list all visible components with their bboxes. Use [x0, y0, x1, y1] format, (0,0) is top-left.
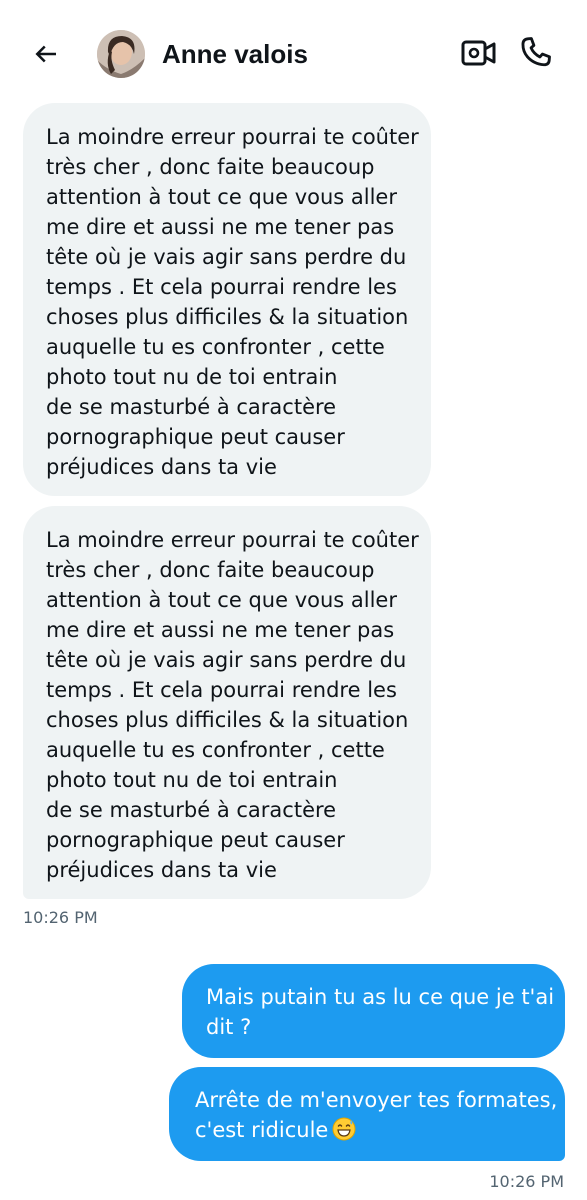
message-text: La moindre erreur pourrai te coûter très… — [46, 125, 419, 479]
contact-name[interactable]: Anne valois — [162, 39, 308, 69]
message-text: Arrête de m'envoyer tes formates, c'est … — [195, 1085, 558, 1145]
message-text-content: Arrête de m'envoyer tes formates, c'est … — [195, 1088, 558, 1142]
grinning-sweat-emoji — [332, 1117, 356, 1141]
message-timestamp: 10:26 PM — [23, 908, 98, 927]
message-bubble-outgoing[interactable]: Mais putain tu as lu ce que je t'ai dit … — [182, 964, 565, 1058]
back-button[interactable] — [28, 36, 64, 72]
message-bubble-outgoing[interactable]: Arrête de m'envoyer tes formates, c'est … — [169, 1067, 565, 1161]
message-text: La moindre erreur pourrai te coûter très… — [46, 528, 419, 882]
video-camera-icon — [461, 40, 496, 66]
video-call-button[interactable] — [460, 36, 498, 70]
avatar[interactable] — [97, 30, 145, 78]
arrow-left-icon — [35, 45, 56, 63]
message-text: Mais putain tu as lu ce que je t'ai dit … — [206, 985, 555, 1039]
message-bubble-incoming[interactable]: La moindre erreur pourrai te coûter très… — [23, 506, 431, 899]
avatar-image — [97, 30, 145, 78]
voice-call-button[interactable] — [518, 34, 554, 70]
phone-icon — [521, 37, 551, 67]
message-timestamp: 10:26 PM — [489, 1172, 564, 1191]
message-bubble-incoming[interactable]: La moindre erreur pourrai te coûter très… — [23, 103, 431, 496]
conversation-header: Anne valois — [0, 0, 587, 100]
